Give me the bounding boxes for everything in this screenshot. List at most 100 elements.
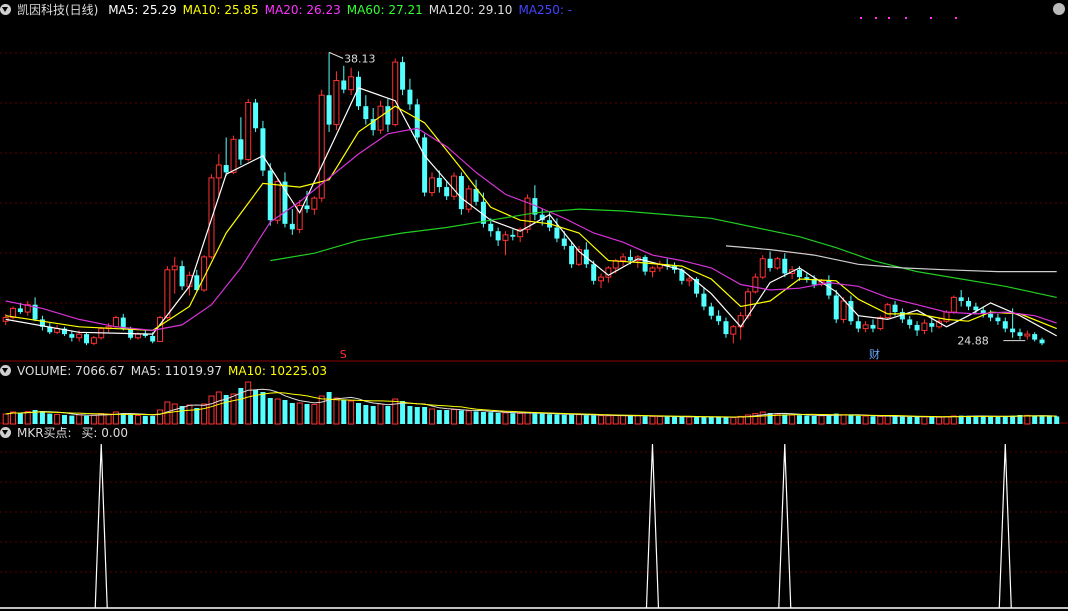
candle-body (326, 95, 332, 125)
volume-bar (524, 412, 531, 425)
volume-bar (642, 416, 648, 424)
candle-body (627, 256, 633, 261)
candle-body (569, 245, 575, 265)
candle-body (958, 297, 964, 302)
candle-body (341, 80, 347, 90)
collapse-icon[interactable] (0, 427, 11, 438)
ind-legend-买: 买: 0.00 (81, 426, 128, 440)
candle-body (84, 334, 90, 344)
volume-bar (569, 414, 575, 424)
volume-bar (899, 416, 905, 424)
candle-body (90, 337, 97, 344)
legend-ma5: MA5: 25.29 (108, 3, 177, 17)
candle-body (253, 102, 259, 129)
candle-body (914, 324, 920, 331)
volume-bar (267, 398, 273, 424)
candle-body (929, 323, 935, 327)
candle-body (428, 177, 435, 194)
volume-bar (884, 415, 891, 425)
candle-body (973, 306, 979, 311)
volume-bar (142, 415, 148, 424)
volume-bar (289, 403, 295, 424)
candle-body (238, 139, 244, 160)
volume-bar (179, 406, 185, 424)
candle-body (723, 321, 729, 335)
candle-body (215, 164, 222, 179)
volume-bar (208, 395, 215, 425)
candle-body (112, 317, 119, 328)
volume-bar (892, 416, 898, 424)
volume-bar (363, 405, 369, 424)
candle-body (701, 293, 707, 307)
volume-bar (400, 401, 406, 424)
ma-line-ma5 (5, 87, 1057, 337)
volume-bar (1054, 416, 1060, 424)
ma-legend: MA5: 25.29 MA10: 25.85 MA20: 26.23 MA60: 27… (108, 3, 578, 17)
volume-bar (759, 411, 766, 425)
collapse-icon[interactable] (0, 365, 11, 376)
volume-bar (407, 406, 413, 424)
collapse-icon[interactable] (0, 4, 11, 15)
vol-legend-volume: VOLUME: 7066.67 (17, 364, 125, 378)
volume-bar (444, 410, 450, 424)
volume-bar (502, 412, 509, 425)
volume-bar (634, 415, 641, 425)
event-marker (875, 17, 877, 19)
volume-bar (348, 400, 355, 425)
volume-bar (194, 408, 200, 424)
volume-legend: VOLUME: 7066.67 MA5: 11019.97 MA10: 10225.… (17, 364, 333, 378)
candle-body (966, 301, 972, 307)
volume-bar (355, 403, 361, 424)
candle-body (333, 79, 340, 126)
volume-bar (789, 414, 796, 425)
candle-body (561, 238, 567, 246)
volume-bar (311, 403, 318, 425)
candle-body (179, 266, 185, 287)
volume-bar (627, 416, 633, 424)
volume-bar (605, 415, 612, 425)
volume-bar (465, 410, 472, 425)
volume-bar (436, 410, 442, 424)
volume-bar (561, 414, 567, 424)
candle-body (289, 223, 295, 230)
vol-legend-ma10: MA10: 10225.03 (228, 364, 327, 378)
candle-body (488, 223, 494, 232)
volume-bar (341, 400, 347, 424)
volume-bar (128, 414, 134, 424)
volume-bar (612, 414, 619, 425)
candle-body (17, 308, 23, 313)
buy-signal-spike (645, 443, 660, 609)
candle-body (774, 258, 781, 269)
volume-bar (296, 402, 303, 425)
candle-body (407, 89, 413, 105)
candle-body (502, 234, 509, 241)
volume-bar (966, 415, 972, 424)
volume-bar (304, 404, 310, 424)
volume-bar (370, 406, 376, 424)
volume-bar (47, 413, 53, 424)
candle-body (642, 256, 648, 272)
volume-bar (105, 413, 112, 425)
volume-bar (392, 398, 399, 425)
volume-bar (54, 413, 61, 425)
candle-body (465, 188, 472, 210)
volume-bar (510, 413, 516, 424)
volume-bar (914, 417, 920, 424)
volume-bar (539, 413, 545, 424)
ma-line-ma10 (5, 105, 1057, 332)
candle-body (782, 258, 788, 274)
volume-bar (796, 415, 802, 424)
legend-ma120: MA120: 29.10 (428, 3, 513, 17)
settings-icon[interactable] (1053, 3, 1065, 15)
volume-bar (245, 381, 252, 425)
candle-body (759, 258, 766, 278)
ma-line-ma60 (270, 208, 1057, 298)
candle-body (451, 175, 458, 197)
candle-body (767, 258, 773, 268)
ind-legend-mkr买点: MKR买点: (17, 426, 76, 440)
candle-body (884, 304, 891, 319)
legend-ma250: MA250: - (518, 3, 573, 17)
candle-body (950, 296, 957, 313)
volume-bar (230, 393, 237, 425)
candle-body (649, 267, 656, 273)
